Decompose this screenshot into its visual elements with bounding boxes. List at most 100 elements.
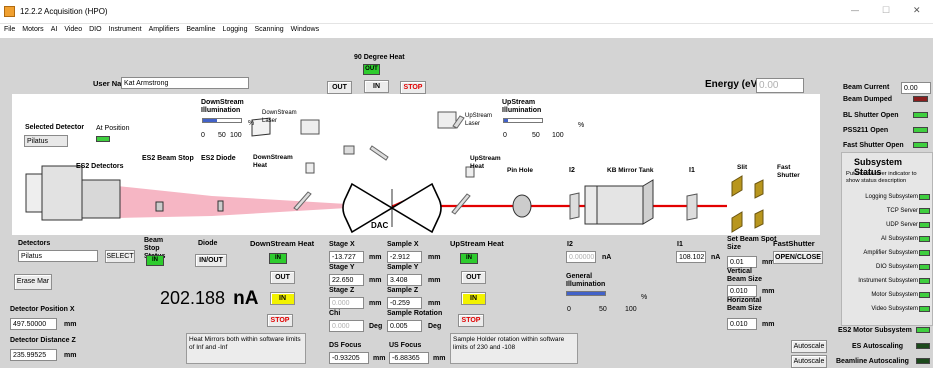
menu-file[interactable]: File	[0, 24, 18, 33]
current-unit: nA	[233, 288, 259, 309]
detector-distance-z-field[interactable]: 235.99525	[10, 349, 57, 361]
heat90-out-button[interactable]: OUT	[327, 81, 352, 94]
stage-z-field[interactable]: 0.000	[329, 297, 364, 309]
selected-detector-field: Pilatus	[24, 135, 68, 147]
stage-x-label: Stage X	[329, 241, 355, 248]
us-heat-in-button[interactable]: IN	[461, 292, 486, 305]
beam-current-label: Beam Current	[843, 84, 890, 91]
menu-video[interactable]: Video	[60, 24, 85, 33]
select-detector-button[interactable]: SELECT	[105, 250, 135, 263]
detectors-select[interactable]: Pilatus	[18, 250, 98, 262]
us-focus-field[interactable]: -6.88365	[389, 352, 429, 364]
current-value: 202.188	[160, 288, 226, 308]
sample-rotation-label: Sample Rotation	[387, 310, 443, 317]
us-heat-stop-button[interactable]: STOP	[458, 314, 484, 327]
detector-position-x-label: Detector Position X	[10, 306, 75, 313]
subsystem-tcp: TCP Server	[886, 208, 918, 214]
us-heat-indicator: IN	[460, 253, 478, 264]
sample-y-label: Sample Y	[387, 264, 419, 271]
beam-path-graphic	[25, 111, 764, 234]
fast-shutter-graphic	[754, 179, 764, 199]
subsystem-instrument: Instrument Subsystem	[858, 278, 918, 284]
subsystem-logging: Logging Subsystem	[865, 194, 918, 200]
ds-scale-50: 50	[218, 132, 226, 139]
maximize-button[interactable]: ☐	[882, 5, 890, 16]
sample-x-unit: mm	[428, 254, 441, 261]
slit-label: Slit	[737, 164, 748, 171]
us-heat-out-button[interactable]: OUT	[461, 271, 486, 284]
video-indicator[interactable]	[919, 306, 930, 312]
i2-label: I2	[567, 241, 573, 248]
beam-spot-size-field[interactable]: 0.01	[727, 256, 757, 268]
us-illumination-pct: %	[578, 122, 585, 129]
downstream-heat-label: DownStream Heat	[253, 154, 293, 169]
ai-indicator[interactable]	[919, 236, 930, 242]
sample-x-label: Sample X	[387, 241, 419, 248]
menu-instrument[interactable]: Instrument	[105, 24, 145, 33]
sample-z-unit: mm	[428, 300, 441, 307]
motor-indicator[interactable]	[919, 292, 930, 298]
general-illum-pct: %	[641, 294, 648, 301]
at-position-indicator	[96, 136, 110, 142]
tcp-indicator[interactable]	[919, 208, 930, 214]
menu-windows[interactable]: Windows	[287, 24, 322, 33]
ds-focus-label: DS Focus	[329, 342, 362, 349]
general-illumination-slider[interactable]	[566, 291, 606, 296]
amplifier-indicator[interactable]	[919, 250, 930, 256]
menu-scanning[interactable]: Scanning	[250, 24, 286, 33]
ds-heat-in-button[interactable]: IN	[270, 292, 295, 305]
detector-position-x-field[interactable]: 497.50000	[10, 318, 57, 330]
sample-z-field[interactable]: -0.259	[387, 297, 422, 309]
ds-focus-field[interactable]: -0.93205	[329, 352, 369, 364]
beam-stop-graphic	[155, 201, 164, 212]
menu-dio[interactable]: DIO	[85, 24, 104, 33]
beam-current-field: 0.00	[901, 82, 931, 94]
pin-hole-label: Pin Hole	[507, 167, 534, 174]
ds-illumination-slider[interactable]	[202, 118, 242, 123]
ds-heat-out-button[interactable]: OUT	[270, 271, 295, 284]
ds-focus-unit: mm	[373, 355, 386, 362]
i1-unit: nA	[711, 254, 721, 261]
sample-y-field[interactable]: 3.408	[387, 274, 422, 286]
energy-field[interactable]: 0.00	[756, 78, 804, 93]
chi-field[interactable]: 0.000	[329, 320, 364, 332]
stage-z-unit: mm	[369, 300, 382, 307]
subsystem-video: Video Subsystem	[871, 306, 918, 312]
minimize-button[interactable]: —	[851, 6, 859, 15]
subsystem-motor: Motor Subsystem	[871, 292, 918, 298]
dio-indicator[interactable]	[919, 264, 930, 270]
menu-ai[interactable]: AI	[47, 24, 61, 33]
ds-scale-100: 100	[230, 132, 242, 139]
bl-autoscale-button[interactable]: Autoscale	[791, 355, 827, 368]
fastshutter-open-close-button[interactable]: OPEN/CLOSE	[773, 251, 823, 264]
menu-logging[interactable]: Logging	[219, 24, 251, 33]
menu-motors[interactable]: Motors	[18, 24, 46, 33]
beamline-diagram: Selected Detector Pilatus At Position Do…	[12, 94, 820, 235]
subsystem-hint: Put mouse over indicator to show status …	[846, 171, 917, 184]
logging-indicator[interactable]	[919, 194, 930, 200]
instrument-indicator[interactable]	[919, 278, 930, 284]
menu-bar: File Motors AI Video DIO Instrument Amplifiers…	[0, 24, 933, 38]
downstream-illumination-label: DownStream Illumination	[201, 99, 244, 114]
us-illumination-slider[interactable]	[503, 118, 543, 123]
beam-spot-size-label: Set Beam Spot Size	[727, 236, 777, 251]
menu-beamline[interactable]: Beamline	[182, 24, 218, 33]
ds-scale-0: 0	[201, 132, 205, 139]
diode-in-out-button[interactable]: IN/OUT	[195, 254, 227, 267]
udp-indicator[interactable]	[919, 222, 930, 228]
sample-x-field[interactable]: -2.912	[387, 251, 422, 263]
user-name-field[interactable]: Kat Armstrong	[121, 77, 249, 89]
close-button[interactable]: ✕	[913, 5, 921, 16]
ds-heat-stop-button[interactable]: STOP	[267, 314, 293, 327]
heat90-stop-button[interactable]: STOP	[400, 81, 426, 94]
stage-x-field[interactable]: -13.727	[329, 251, 364, 263]
heat90-in-button[interactable]: IN	[364, 80, 389, 93]
heat-limits-note: Heat Mirrors both within software limits…	[186, 333, 306, 364]
current-readout: 202.188 nA	[160, 289, 258, 308]
stage-y-field[interactable]: 22.650	[329, 274, 364, 286]
sample-rotation-field[interactable]: 0.005	[387, 320, 422, 332]
es-autoscale-button[interactable]: Autoscale	[791, 340, 827, 353]
erase-mar-button[interactable]: Erase Mar	[14, 274, 52, 290]
menu-amplifiers[interactable]: Amplifiers	[145, 24, 183, 33]
chi-label: Chi	[329, 310, 341, 317]
